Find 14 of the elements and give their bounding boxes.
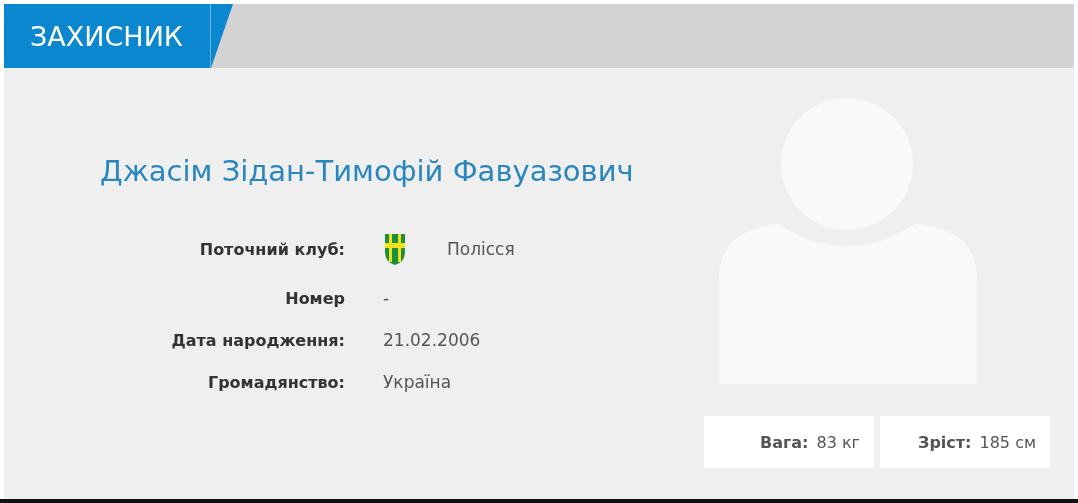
club-crest-icon bbox=[383, 232, 407, 266]
stat-label: Вага: bbox=[759, 432, 809, 452]
detail-value: - bbox=[383, 288, 390, 308]
stat-value: 185 см bbox=[979, 432, 1036, 452]
player-name: Джасім Зідан-Тимофій Фавуазович bbox=[100, 154, 635, 188]
detail-label: Громадянство: bbox=[206, 372, 345, 392]
detail-label: Номер bbox=[284, 288, 345, 308]
detail-value: Полісся bbox=[447, 239, 515, 259]
detail-value: 21.02.2006 bbox=[383, 330, 481, 350]
detail-value: Україна bbox=[383, 372, 452, 392]
detail-label: Дата народження: bbox=[170, 330, 345, 350]
stat-label: Зріст: bbox=[918, 432, 972, 452]
detail-label: Поточний клуб: bbox=[198, 239, 345, 259]
stat-value: 83 кг bbox=[816, 432, 860, 452]
